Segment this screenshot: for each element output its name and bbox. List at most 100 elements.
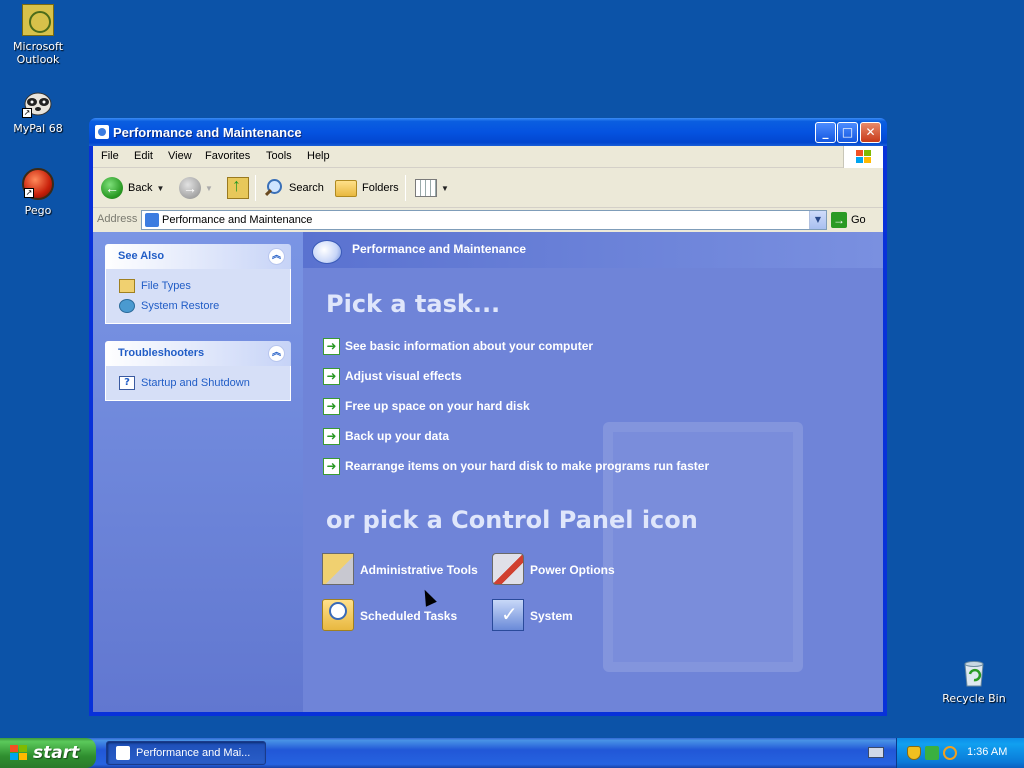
cp-icon-label: Administrative Tools — [360, 563, 478, 577]
taskbar-window-button[interactable]: Performance and Mai... — [106, 741, 266, 765]
folder-up-icon — [227, 175, 249, 199]
views-button[interactable]: ▼ — [415, 175, 449, 201]
outlook-icon — [22, 4, 54, 36]
link-label: Startup and Shutdown — [141, 377, 250, 389]
system-tray: 1:36 AM — [896, 738, 1024, 768]
window-frame: File Edit View Favorites Tools Help ← Ba… — [93, 146, 883, 712]
troubleshooters-header[interactable]: Troubleshooters ︽ — [105, 341, 291, 366]
title-bar[interactable]: Performance and Maintenance _ □ ✕ — [89, 118, 887, 146]
chevron-down-icon[interactable]: ▼ — [156, 184, 164, 193]
troubleshooters-body: ? Startup and Shutdown — [105, 366, 291, 401]
desktop-icon-recycle-bin[interactable]: Recycle Bin — [936, 656, 1012, 705]
back-button[interactable]: ← Back ▼ — [101, 175, 164, 201]
start-label: start — [33, 743, 80, 763]
menu-edit[interactable]: Edit — [134, 150, 153, 162]
troubleshooters-panel: Troubleshooters ︽ ? Startup and Shutdown — [105, 341, 291, 401]
network-icon[interactable] — [925, 746, 939, 760]
forward-button[interactable]: → ▼ — [179, 175, 213, 201]
shortcut-arrow-icon: ↗ — [22, 108, 32, 118]
category-title: Performance and Maintenance — [352, 242, 527, 256]
pick-task-heading: Pick a task... — [326, 290, 501, 318]
menu-file[interactable]: File — [101, 150, 119, 162]
task-label: Free up space on your hard disk — [345, 399, 530, 413]
desktop-icon-label: Microsoft Outlook — [12, 40, 64, 66]
address-input[interactable]: Performance and Maintenance ▼ — [141, 210, 827, 230]
search-button[interactable]: Search — [263, 175, 324, 201]
address-label: Address — [97, 213, 138, 225]
see-also-title: See Also — [118, 250, 165, 262]
pick-icon-heading: or pick a Control Panel icon — [326, 506, 698, 534]
system-icon — [492, 599, 524, 631]
main-pane: Performance and Maintenance Pick a task.… — [303, 232, 883, 712]
power-options-icon — [492, 553, 524, 585]
link-file-types[interactable]: File Types — [106, 277, 290, 297]
task-label: See basic information about your compute… — [345, 339, 594, 353]
control-panel-icon — [116, 746, 130, 760]
up-button[interactable] — [227, 175, 249, 201]
security-shield-icon[interactable] — [907, 746, 921, 760]
recycle-bin-icon — [958, 656, 990, 688]
back-arrow-icon: ← — [101, 177, 123, 199]
start-button[interactable]: start — [0, 738, 96, 768]
control-panel-icon — [145, 213, 159, 227]
see-also-header[interactable]: See Also ︽ — [105, 244, 291, 269]
task-label: Back up your data — [345, 429, 450, 443]
link-system-restore[interactable]: System Restore — [106, 297, 290, 317]
address-bar: Address Performance and Maintenance ▼ → … — [93, 209, 883, 231]
chevron-down-icon[interactable]: ▼ — [205, 184, 213, 193]
address-dropdown-button[interactable]: ▼ — [809, 211, 826, 229]
folder-icon — [335, 179, 357, 197]
go-arrow-icon: → — [831, 212, 847, 228]
desktop-icon-label: Pego — [24, 204, 52, 217]
keyboard-icon[interactable] — [868, 747, 884, 758]
desktop-icon-outlook[interactable]: Microsoft Outlook — [0, 4, 76, 66]
go-label: Go — [851, 214, 866, 226]
close-button[interactable]: ✕ — [860, 122, 881, 143]
scheduled-tasks-icon — [322, 599, 354, 631]
menu-tools[interactable]: Tools — [266, 150, 292, 162]
toolbar-separator — [405, 175, 406, 201]
administrative-tools-icon — [322, 553, 354, 585]
menu-favorites[interactable]: Favorites — [205, 150, 250, 162]
windows-flag-icon — [856, 150, 872, 164]
menu-help[interactable]: Help — [307, 150, 330, 162]
folders-label: Folders — [362, 182, 399, 194]
see-also-panel: See Also ︽ File Types System Restore — [105, 244, 291, 324]
collapse-icon[interactable]: ︽ — [268, 248, 285, 265]
menu-bar: File Edit View Favorites Tools Help — [93, 146, 883, 168]
address-value: Performance and Maintenance — [162, 214, 313, 226]
collapse-icon[interactable]: ︽ — [268, 345, 285, 362]
toolbar: ← Back ▼ → ▼ Search Folders — [93, 169, 883, 208]
window-title: Performance and Maintenance — [113, 125, 302, 140]
menu-view[interactable]: View — [168, 150, 192, 162]
performance-icon — [312, 240, 342, 264]
link-startup-shutdown[interactable]: ? Startup and Shutdown — [106, 374, 290, 394]
windows-flag-icon — [10, 745, 28, 761]
taskbar-window-label: Performance and Mai... — [136, 747, 251, 759]
category-header: Performance and Maintenance — [303, 232, 883, 268]
see-also-body: File Types System Restore — [105, 269, 291, 324]
task-label: Rearrange items on your hard disk to mak… — [345, 459, 710, 473]
chevron-down-icon[interactable]: ▼ — [441, 184, 449, 193]
task-label: Adjust visual effects — [345, 369, 462, 383]
search-icon[interactable] — [943, 746, 957, 760]
system-restore-icon — [119, 299, 135, 313]
task-arrow-icon: ➜ — [323, 338, 340, 355]
clock[interactable]: 1:36 AM — [967, 746, 1007, 758]
minimize-button[interactable]: _ — [815, 122, 836, 143]
folders-button[interactable]: Folders — [335, 175, 399, 201]
windows-logo — [843, 146, 883, 168]
link-label: File Types — [141, 280, 191, 292]
control-panel-icon — [95, 125, 109, 139]
desktop-icon-pego[interactable]: ↗ Pego — [0, 168, 76, 217]
toolbar-separator — [255, 175, 256, 201]
task-arrow-icon: ➜ — [323, 458, 340, 475]
mypal-icon: ↗ — [22, 86, 54, 118]
desktop-icon-label: Recycle Bin — [942, 692, 1006, 705]
help-icon: ? — [119, 376, 135, 390]
explorer-window: Performance and Maintenance _ □ ✕ File E… — [89, 118, 887, 716]
go-button[interactable]: → Go — [831, 211, 866, 229]
desktop-icon-mypal[interactable]: ↗ MyPal 68 — [0, 86, 76, 135]
file-types-icon — [119, 279, 135, 293]
maximize-button[interactable]: □ — [837, 122, 858, 143]
